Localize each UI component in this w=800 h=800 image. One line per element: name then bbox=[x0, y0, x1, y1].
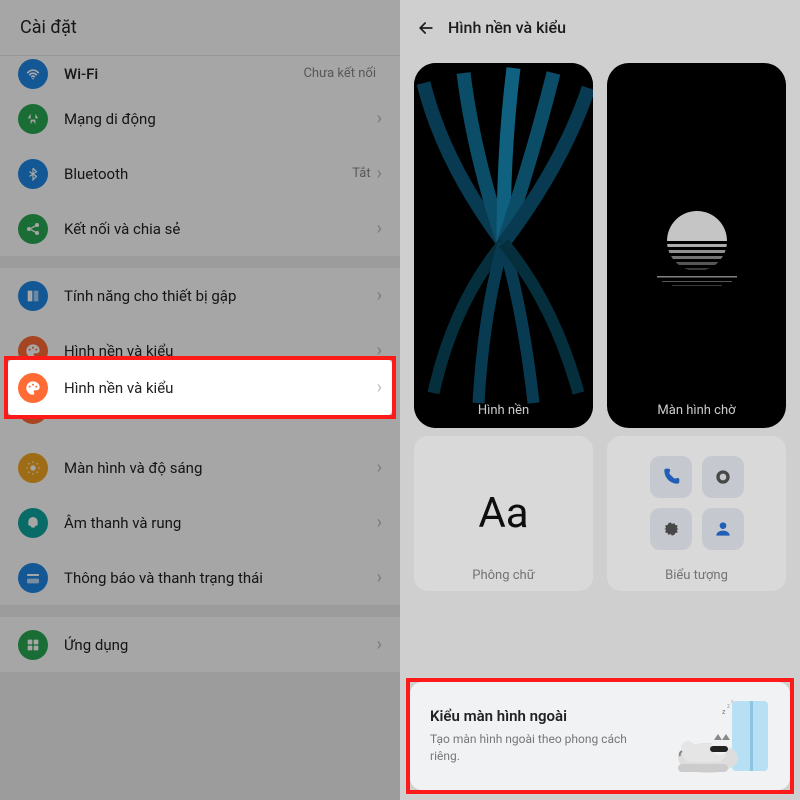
row-apps[interactable]: Ứng dụng › bbox=[0, 617, 400, 672]
sound-label: Âm thanh và rung bbox=[64, 514, 377, 532]
settings-header: Cài đặt bbox=[0, 0, 400, 55]
mobile-label: Mạng di động bbox=[64, 110, 377, 128]
fold-icon bbox=[18, 281, 48, 311]
main-tiles: Hình nền bbox=[400, 55, 800, 436]
row-wifi[interactable]: Wi-Fi Chưa kết nối bbox=[0, 56, 400, 91]
svg-text:z: z bbox=[722, 708, 726, 716]
person-icon bbox=[702, 508, 744, 550]
row-notif[interactable]: Thông báo và thanh trạng thái › bbox=[0, 550, 400, 605]
chevron-right-icon: › bbox=[377, 218, 382, 239]
share-label: Kết nối và chia sẻ bbox=[64, 220, 377, 238]
back-button[interactable] bbox=[412, 14, 440, 42]
chevron-right-icon: › bbox=[377, 108, 382, 129]
tile-icons[interactable]: Biểu tượng bbox=[607, 436, 786, 591]
chevron-right-icon: › bbox=[377, 634, 382, 655]
tile-icons-caption: Biểu tượng bbox=[665, 568, 728, 583]
phone-icon bbox=[650, 456, 692, 498]
mobile-data-icon bbox=[18, 104, 48, 134]
chevron-right-icon: › bbox=[377, 512, 382, 533]
tile-standby[interactable]: Màn hình chờ bbox=[607, 63, 786, 428]
apps-group: Ứng dụng › bbox=[0, 617, 400, 672]
tile-standby-caption: Màn hình chờ bbox=[607, 403, 786, 418]
gear-icon bbox=[650, 508, 692, 550]
bluetooth-label: Bluetooth bbox=[64, 165, 352, 183]
row-bluetooth[interactable]: Bluetooth Tắt › bbox=[0, 146, 400, 201]
right-header: Hình nền và kiểu bbox=[400, 0, 800, 55]
wallpaper-style-panel: Hình nền và kiểu bbox=[400, 0, 800, 800]
tile-wallpaper[interactable]: Hình nền bbox=[414, 63, 593, 428]
settings-title: Cài đặt bbox=[20, 17, 77, 38]
bottom-tiles: Aa Phông chữ Biểu tượng bbox=[400, 436, 800, 591]
bluetooth-value: Tắt bbox=[352, 166, 370, 181]
wifi-value: Chưa kết nối bbox=[303, 66, 376, 81]
font-sample: Aa bbox=[478, 489, 528, 538]
row-fold[interactable]: Tính năng cho thiết bị gập › bbox=[0, 268, 400, 323]
right-title: Hình nền và kiểu bbox=[448, 18, 566, 37]
display-label: Màn hình và độ sáng bbox=[64, 459, 377, 477]
fold-label: Tính năng cho thiết bị gập bbox=[64, 287, 377, 305]
personalization-group: Tính năng cho thiết bị gập › Hình nền và… bbox=[0, 268, 400, 605]
share-icon bbox=[18, 214, 48, 244]
tile-wallpaper-caption: Hình nền bbox=[414, 403, 593, 418]
row-display[interactable]: Màn hình và độ sáng › bbox=[0, 440, 400, 495]
ext-desc: Tạo màn hình ngoài theo phong cách riêng… bbox=[430, 731, 640, 765]
wallpaper-label-hl: Hình nền và kiểu bbox=[64, 379, 377, 397]
ext-title: Kiểu màn hình ngoài bbox=[430, 707, 670, 725]
row-mobile[interactable]: Mạng di động › bbox=[0, 91, 400, 146]
wallpaper-preview bbox=[414, 63, 593, 428]
wifi-icon bbox=[18, 59, 48, 89]
tile-font-caption: Phông chữ bbox=[472, 568, 535, 583]
chevron-right-icon: › bbox=[377, 163, 382, 184]
row-sound[interactable]: Âm thanh và rung › bbox=[0, 495, 400, 550]
ext-illustration: z z z bbox=[670, 696, 770, 776]
external-screen-card[interactable]: Kiểu màn hình ngoài Tạo màn hình ngoài t… bbox=[410, 682, 790, 790]
row-share[interactable]: Kết nối và chia sẻ › bbox=[0, 201, 400, 256]
notification-icon bbox=[18, 563, 48, 593]
row-wallpaper-highlighted[interactable]: Hình nền và kiểu › bbox=[8, 360, 392, 415]
standby-preview bbox=[607, 63, 786, 428]
wallpaper-label: Hình nền và kiểu bbox=[64, 342, 377, 360]
connectivity-group: Wi-Fi Chưa kết nối Mạng di động › Blueto… bbox=[0, 55, 400, 256]
apps-label: Ứng dụng bbox=[64, 636, 377, 654]
brightness-icon bbox=[18, 453, 48, 483]
sound-icon bbox=[18, 508, 48, 538]
bluetooth-icon bbox=[18, 159, 48, 189]
camera-icon bbox=[702, 456, 744, 498]
chevron-right-icon: › bbox=[377, 340, 382, 361]
chevron-right-icon: › bbox=[377, 567, 382, 588]
chevron-right-icon: › bbox=[377, 377, 382, 398]
settings-panel: Cài đặt Wi-Fi Chưa kết nối Mạng di động … bbox=[0, 0, 400, 800]
tile-font[interactable]: Aa Phông chữ bbox=[414, 436, 593, 591]
chevron-right-icon: › bbox=[377, 285, 382, 306]
wifi-label: Wi-Fi bbox=[64, 65, 303, 83]
apps-icon bbox=[18, 630, 48, 660]
palette-icon bbox=[18, 373, 48, 403]
icon-preview-grid bbox=[650, 456, 744, 572]
notif-label: Thông báo và thanh trạng thái bbox=[64, 569, 377, 587]
chevron-right-icon: › bbox=[377, 457, 382, 478]
svg-text:z: z bbox=[727, 703, 730, 710]
